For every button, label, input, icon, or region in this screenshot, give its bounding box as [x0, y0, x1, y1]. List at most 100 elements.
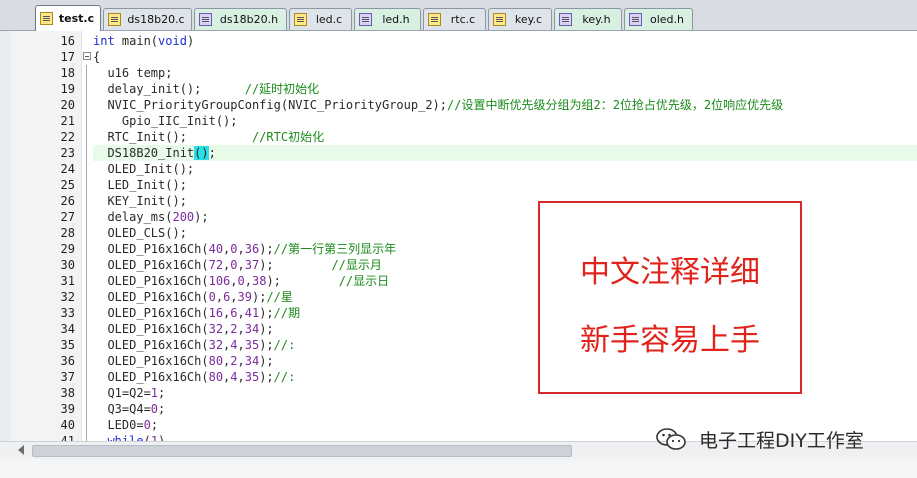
line-number: 35 [60, 338, 75, 352]
code-text: OLED_P16x16Ch(0,6,39);//星 [93, 290, 293, 304]
line-number: 32 [60, 290, 75, 304]
code-line[interactable]: 17 { [0, 49, 917, 65]
code-text: OLED_P16x16Ch(16,6,41);//期 [93, 306, 301, 320]
fold-guide [86, 321, 87, 337]
current-line-highlight [93, 145, 917, 161]
code-text: Q1=Q2=1; [93, 386, 166, 400]
code-line[interactable]: 22 RTC_Init(); //RTC初始化 [0, 129, 917, 145]
line-number: 18 [60, 66, 75, 80]
code-line[interactable]: 23 DS18B20_Init(); [0, 145, 917, 161]
fold-guide [86, 113, 87, 129]
annotation-box: 中文注释详细 新手容易上手 [538, 201, 802, 394]
watermark-text: 电子工程DIY工作室 [699, 429, 864, 452]
fold-guide [86, 225, 87, 241]
tab-led-h[interactable]: led.h [354, 8, 421, 30]
code-text: KEY_Init(); [93, 194, 187, 208]
line-number: 37 [60, 370, 75, 384]
line-number: 16 [60, 34, 75, 48]
header-file-icon [559, 13, 572, 26]
tab-label: ds18b20.c [127, 13, 185, 26]
line-number: 40 [60, 418, 75, 432]
wechat-icon [655, 427, 687, 451]
fold-guide [86, 353, 87, 369]
tab-rtc-c[interactable]: rtc.c [423, 8, 486, 30]
fold-guide [86, 161, 87, 177]
code-editor[interactable]: 16 int main(void) 17{18 u16 temp; 19 delay_… [0, 31, 917, 441]
code-text: OLED_P16x16Ch(80,4,35);//: [93, 370, 296, 384]
code-text: Q3=Q4=0; [93, 402, 166, 416]
line-number: 34 [60, 322, 75, 336]
line-number: 26 [60, 194, 75, 208]
fold-guide [86, 289, 87, 305]
fold-toggle-icon[interactable] [83, 52, 91, 60]
code-text: NVIC_PriorityGroupConfig(NVIC_PriorityGr… [93, 98, 784, 112]
line-number: 39 [60, 402, 75, 416]
line-number: 41 [60, 434, 75, 441]
tab-led-c[interactable]: led.c [289, 8, 352, 30]
tab-key-c[interactable]: key.c [488, 8, 552, 30]
code-line[interactable]: 16 int main(void) [0, 33, 917, 49]
tab-key-h[interactable]: key.h [554, 8, 622, 30]
code-text: OLED_P16x16Ch(80,2,34); [93, 354, 274, 368]
tab-label: key.h [582, 13, 611, 26]
tab-ds18b20-h[interactable]: ds18b20.h [194, 8, 287, 30]
line-number: 33 [60, 306, 75, 320]
line-number: 23 [60, 146, 75, 160]
fold-guide [86, 417, 87, 433]
code-line[interactable]: 25 LED_Init(); [0, 177, 917, 193]
code-text: LED_Init(); [93, 178, 187, 192]
line-number: 28 [60, 226, 75, 240]
fold-guide [86, 273, 87, 289]
source-file-icon [40, 12, 53, 25]
fold-guide [86, 145, 87, 161]
tab-oled-h[interactable]: oled.h [624, 8, 693, 30]
fold-guide [86, 129, 87, 145]
code-line[interactable]: 18 u16 temp; [0, 65, 917, 81]
source-file-icon [428, 13, 441, 26]
line-number: 30 [60, 258, 75, 272]
line-number: 38 [60, 386, 75, 400]
file-tab-bar: test.c ds18b20.c ds18b20.h led.c led.h rtc.c k… [0, 0, 917, 31]
tab-label: key.c [514, 13, 543, 26]
line-number: 22 [60, 130, 75, 144]
line-number: 21 [60, 114, 75, 128]
bottom-bar [0, 459, 917, 478]
code-text: OLED_P16x16Ch(40,0,36);//第一行第三列显示年 [93, 242, 397, 256]
fold-guide [86, 385, 87, 401]
code-text: OLED_P16x16Ch(106,0,38); //显示日 [93, 274, 390, 288]
line-number: 19 [60, 82, 75, 96]
code-line[interactable]: 39 Q3=Q4=0; [0, 401, 917, 417]
code-line[interactable]: 21 Gpio_IIC_Init(); [0, 113, 917, 129]
source-file-icon [294, 13, 307, 26]
code-text: u16 temp; [93, 66, 173, 80]
line-number: 25 [60, 178, 75, 192]
fold-guide [86, 193, 87, 209]
annotation-line-2: 新手容易上手 [580, 323, 760, 358]
line-number: 36 [60, 354, 75, 368]
code-text: LED0=0; [93, 418, 159, 432]
code-text: OLED_P16x16Ch(32,2,34); [93, 322, 274, 336]
code-line[interactable]: 20 NVIC_PriorityGroupConfig(NVIC_Priorit… [0, 97, 917, 113]
header-file-icon [199, 13, 212, 26]
fold-guide [86, 433, 87, 441]
code-text: OLED_Init(); [93, 162, 195, 176]
scrollbar-thumb[interactable] [32, 445, 572, 457]
tab-ds18b20-c[interactable]: ds18b20.c [103, 8, 192, 30]
scroll-left-icon[interactable] [18, 445, 24, 455]
line-number: 31 [60, 274, 75, 288]
tab-test-c[interactable]: test.c [35, 5, 101, 31]
header-file-icon [359, 13, 372, 26]
code-text: RTC_Init(); //RTC初始化 [93, 130, 325, 144]
header-file-icon [629, 13, 642, 26]
fold-guide [86, 305, 87, 321]
fold-guide [86, 209, 87, 225]
tab-label: led.h [382, 13, 410, 26]
fold-guide [86, 81, 87, 97]
fold-guide [86, 241, 87, 257]
code-line[interactable]: 19 delay_init(); //延时初始化 [0, 81, 917, 97]
tab-label: oled.h [649, 13, 684, 26]
code-line[interactable]: 24 OLED_Init(); [0, 161, 917, 177]
code-text: OLED_P16x16Ch(72,0,37); //显示月 [93, 258, 382, 272]
code-text: int main(void) [93, 34, 195, 48]
code-text: delay_init(); //延时初始化 [93, 82, 320, 96]
